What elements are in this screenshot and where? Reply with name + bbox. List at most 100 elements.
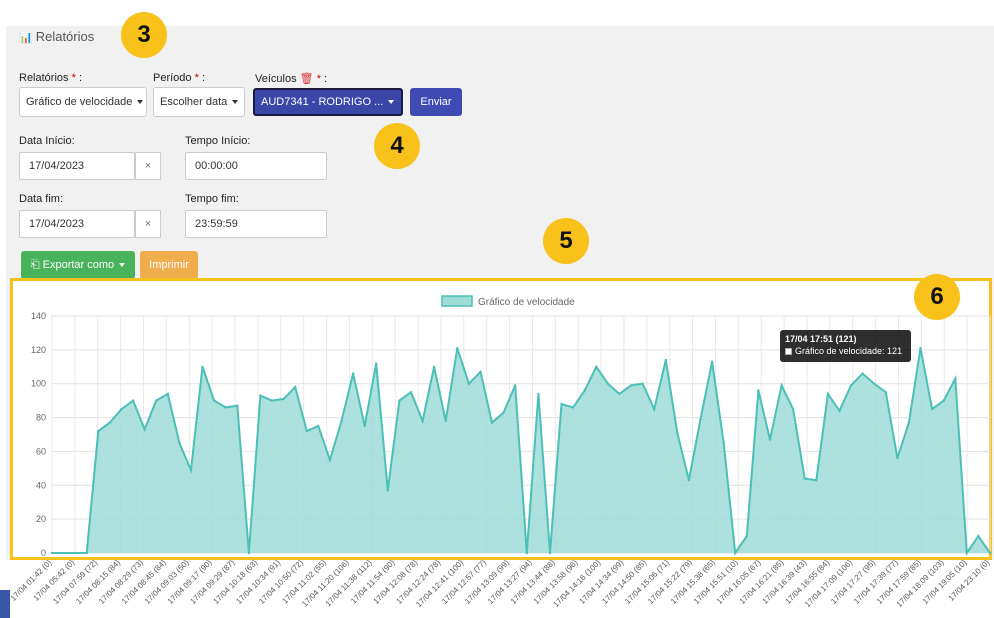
data-point	[340, 419, 343, 423]
data-point	[375, 362, 378, 365]
data-point	[595, 365, 598, 368]
data-point	[954, 377, 957, 380]
data-point	[50, 551, 54, 555]
data-point	[560, 402, 563, 406]
data-point	[456, 347, 459, 350]
data-point	[930, 407, 934, 411]
data-point	[884, 391, 887, 394]
data-point	[305, 429, 308, 433]
tooltip-body: Gráfico de velocidade: 121	[795, 346, 903, 356]
data-point	[131, 399, 135, 402]
data-point	[618, 392, 621, 396]
data-point	[791, 407, 795, 411]
data-point	[74, 551, 77, 555]
data-point	[97, 429, 100, 433]
data-point	[525, 551, 528, 555]
data-point	[432, 365, 436, 368]
y-tick-label: 60	[36, 446, 46, 456]
chart-tooltip: 17/04 17:51 (121) Gráfico de velocidade:…	[780, 330, 911, 362]
data-point	[815, 479, 818, 482]
data-point	[965, 551, 968, 555]
tooltip-title: 17/04 17:51 (121)	[785, 334, 857, 344]
data-point	[849, 384, 853, 387]
data-point	[734, 551, 737, 555]
legend-label: Gráfico de velocidade	[478, 297, 575, 308]
data-point	[351, 372, 355, 375]
data-point	[212, 399, 216, 402]
data-point	[294, 385, 297, 389]
data-point	[247, 551, 251, 555]
data-point	[514, 384, 517, 387]
data-point	[317, 424, 320, 428]
y-tick-label: 140	[31, 311, 46, 321]
data-point	[236, 404, 239, 407]
data-point	[363, 424, 366, 428]
data-point	[62, 551, 65, 555]
data-point	[537, 392, 540, 396]
data-point	[768, 438, 772, 441]
data-point	[583, 389, 586, 392]
data-point	[409, 391, 413, 394]
data-point	[861, 372, 864, 375]
data-point	[189, 468, 193, 472]
data-point	[873, 382, 876, 385]
data-point	[548, 551, 552, 555]
data-point	[826, 392, 830, 396]
data-point	[490, 421, 494, 424]
x-tick-label: 17/04 23:10 (0)	[947, 558, 992, 603]
data-point	[907, 421, 911, 424]
data-point	[710, 360, 714, 363]
data-point	[699, 418, 702, 421]
data-point	[571, 406, 575, 409]
data-point	[942, 399, 945, 402]
callout-4: 4	[374, 123, 420, 169]
sidebar-edge	[0, 590, 10, 618]
data-point	[155, 399, 158, 402]
data-point	[444, 419, 447, 423]
data-point	[757, 389, 760, 392]
data-point	[606, 382, 610, 385]
callout-3: 3	[121, 12, 167, 58]
data-point	[224, 406, 227, 409]
data-point	[676, 431, 679, 434]
data-point	[687, 479, 691, 482]
data-point	[664, 358, 667, 362]
data-point	[85, 551, 88, 555]
data-point	[201, 365, 204, 368]
data-point	[108, 421, 112, 424]
data-point	[398, 399, 401, 402]
y-tick-label: 80	[36, 413, 46, 423]
data-point	[178, 441, 181, 445]
data-point	[629, 384, 633, 387]
data-point	[653, 407, 656, 411]
data-point	[166, 392, 169, 396]
data-point	[120, 407, 123, 411]
data-point	[467, 382, 471, 385]
y-tick-label: 120	[31, 345, 46, 355]
data-point	[641, 382, 644, 385]
data-point	[386, 489, 389, 492]
data-point	[919, 347, 922, 350]
callout-5: 5	[543, 218, 589, 264]
legend-swatch-icon	[785, 348, 792, 355]
data-point	[328, 458, 332, 462]
data-point	[282, 397, 285, 401]
data-point	[259, 394, 262, 397]
data-point	[977, 534, 980, 538]
legend-swatch	[441, 295, 473, 307]
data-point	[803, 477, 806, 480]
data-point	[479, 370, 482, 374]
y-tick-label: 100	[31, 379, 46, 389]
data-point	[270, 399, 274, 402]
speed-chart: 02040608010012014017/04 01:42 (0)17/04 0…	[9, 295, 992, 609]
data-point	[745, 534, 748, 538]
y-tick-label: 0	[41, 548, 46, 558]
y-tick-label: 20	[36, 514, 46, 524]
data-point	[896, 457, 899, 460]
data-point	[838, 409, 841, 412]
y-tick-label: 40	[36, 480, 46, 490]
data-point	[780, 384, 783, 387]
data-point	[421, 419, 424, 423]
data-point	[502, 411, 505, 414]
data-point	[988, 551, 992, 555]
